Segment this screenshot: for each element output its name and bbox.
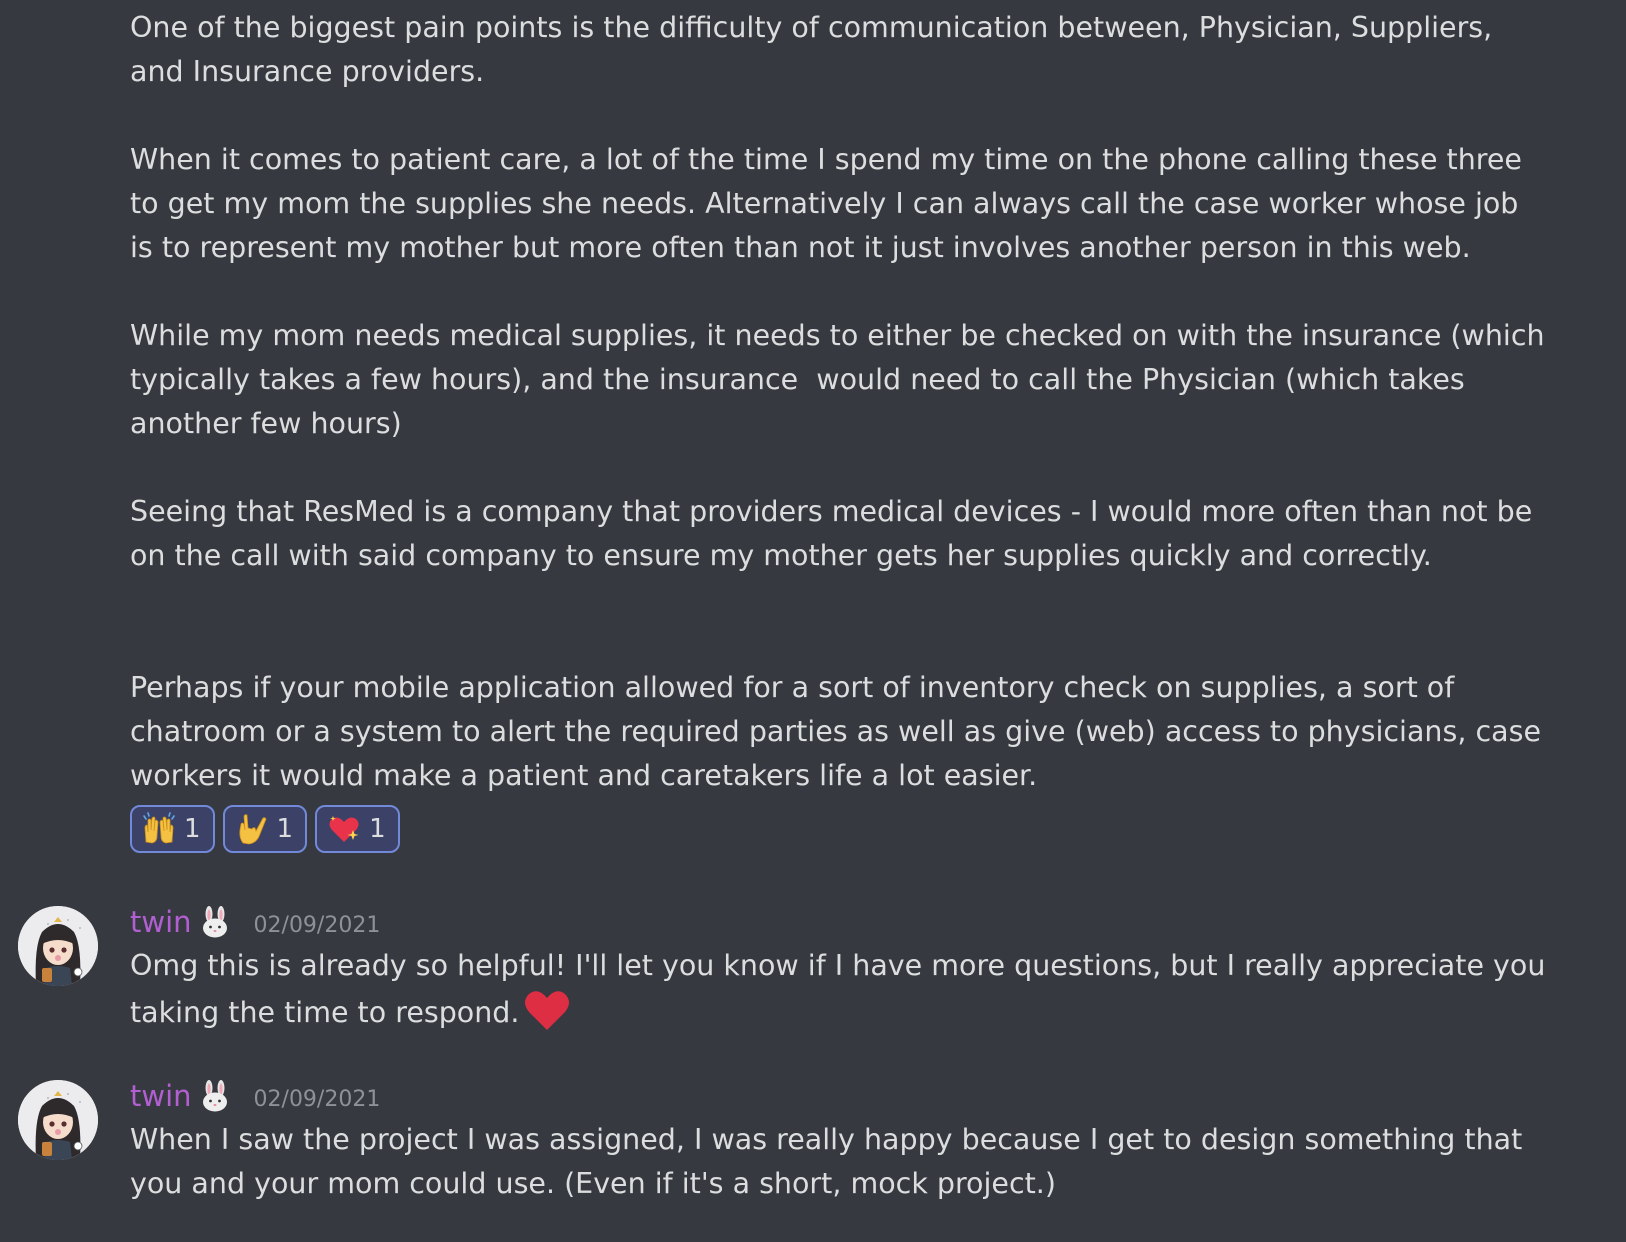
message-body: When I saw the project I was assigned, I… xyxy=(130,1118,1550,1206)
timestamp: 02/09/2021 xyxy=(253,1087,381,1112)
message-paragraph: Seeing that ResMed is a company that pro… xyxy=(130,495,1542,572)
raising-hands-icon xyxy=(142,812,176,846)
reaction-count: 1 xyxy=(276,814,294,844)
reaction-love-you-gesture[interactable]: 1 xyxy=(222,805,308,853)
message-paragraph: Perhaps if your mobile application allow… xyxy=(130,671,1551,792)
message-continued: One of the biggest pain points is the di… xyxy=(130,6,1550,798)
username[interactable]: twin xyxy=(130,905,192,939)
message-header: twin 02/09/2021 xyxy=(130,1074,380,1118)
message-header: twin 02/09/2021 xyxy=(130,900,380,944)
rabbit-face-icon xyxy=(200,1080,230,1112)
sparkling-heart-icon xyxy=(327,812,361,846)
reaction-sparkling-heart[interactable]: 1 xyxy=(315,805,400,853)
timestamp: 02/09/2021 xyxy=(253,913,381,938)
love-you-gesture-icon xyxy=(235,812,269,846)
reaction-raising-hands[interactable]: 1 xyxy=(130,805,215,853)
chat-view: One of the biggest pain points is the di… xyxy=(0,0,1626,1242)
avatar[interactable] xyxy=(18,1080,98,1160)
reaction-count: 1 xyxy=(184,814,201,844)
message-paragraph: While my mom needs medical supplies, it … xyxy=(130,319,1554,440)
message-body: Omg this is already so helpful! I'll let… xyxy=(130,944,1550,1035)
message-paragraph: One of the biggest pain points is the di… xyxy=(130,11,1502,88)
red-heart-icon xyxy=(523,988,571,1032)
message-text-wrap: Omg this is already so helpful! I'll let… xyxy=(130,944,1550,1035)
reaction-count: 1 xyxy=(369,814,386,844)
avatar[interactable] xyxy=(18,906,98,986)
message-text: When I saw the project I was assigned, I… xyxy=(130,1123,1532,1200)
message-text: Omg this is already so helpful! I'll let… xyxy=(130,949,1555,1029)
reactions-bar: 1 1 1 xyxy=(130,805,400,853)
message-paragraph: When it comes to patient care, a lot of … xyxy=(130,143,1532,264)
username[interactable]: twin xyxy=(130,1079,192,1113)
rabbit-face-icon xyxy=(200,906,230,938)
